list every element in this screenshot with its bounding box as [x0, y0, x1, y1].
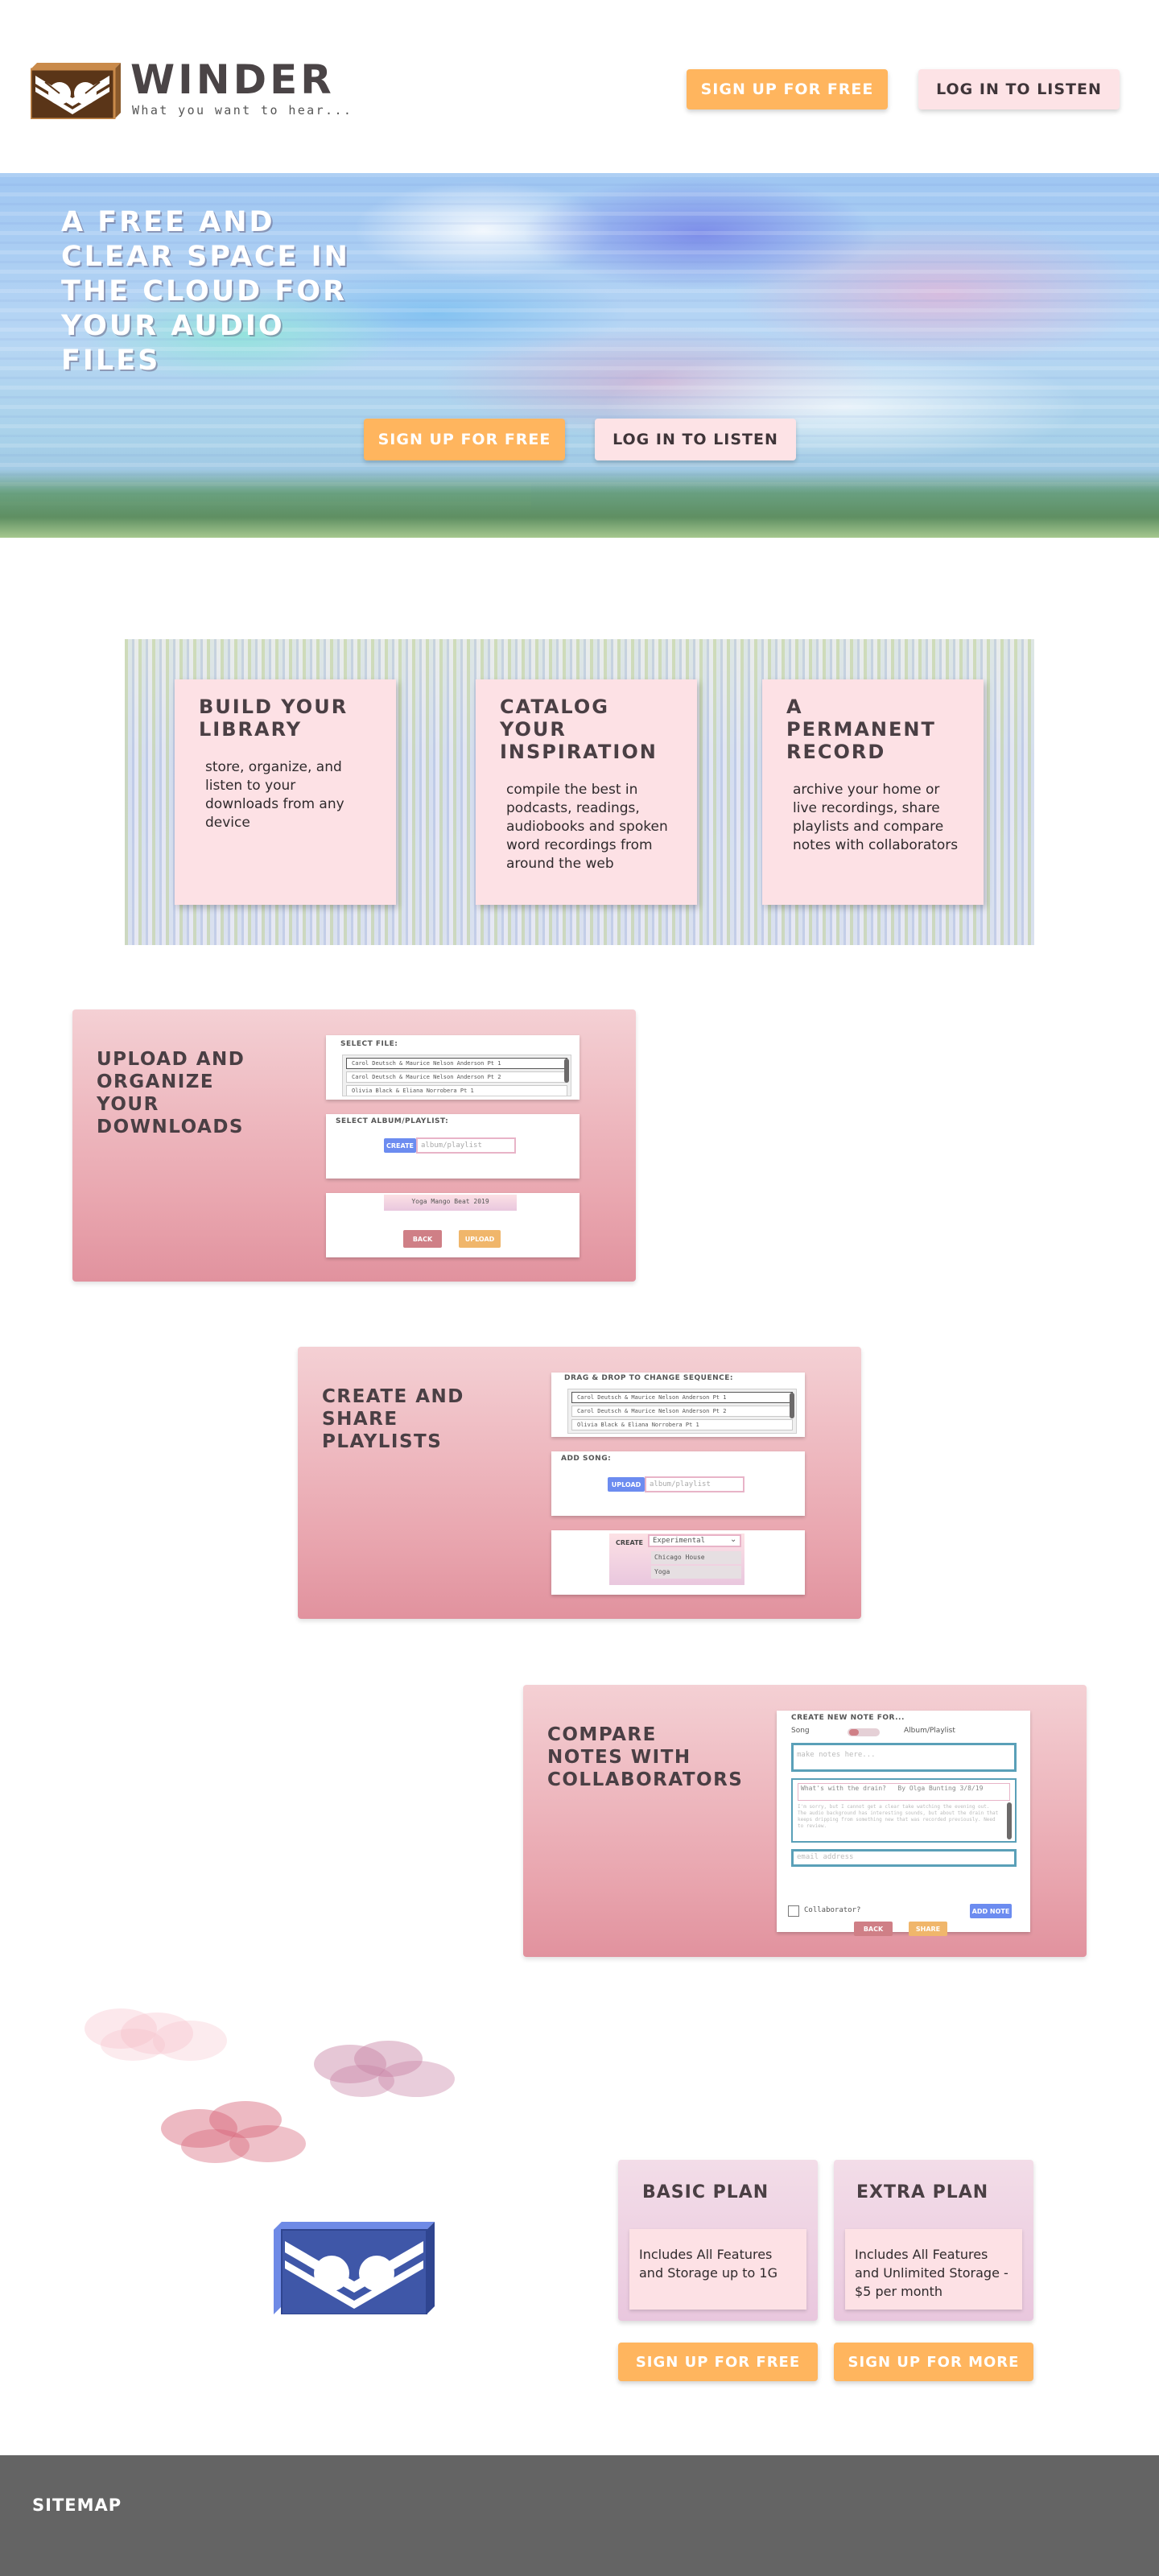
playlist-dropdown[interactable]: Experimental [648, 1534, 741, 1547]
note-thread[interactable]: What's with the drain? By Olga Bunting 3… [791, 1778, 1017, 1843]
dropdown-option[interactable]: Yoga [651, 1566, 741, 1579]
feature-title: CATALOG YOUR INSPIRATION [500, 696, 658, 763]
brand-tagline: What you want to hear... [132, 103, 353, 118]
add-song-card: ADD SONG: UPLOAD album/playlist [551, 1451, 805, 1516]
sitemap-link[interactable]: SITEMAP [32, 2496, 122, 2515]
playlist-section: CREATE AND SHARE PLAYLISTS DRAG & DROP T… [298, 1347, 861, 1619]
extra-plan-card: EXTRA PLAN Includes All Features and Unl… [834, 2160, 1033, 2321]
hero-signup-button[interactable]: SIGN UP FOR FREE [364, 419, 565, 460]
sequence-card: DRAG & DROP TO CHANGE SEQUENCE: Carol De… [551, 1373, 805, 1437]
playlist-section-title: CREATE AND SHARE PLAYLISTS [322, 1386, 464, 1452]
sequence-list[interactable]: Carol Deutsch & Maurice Nelson Anderson … [567, 1389, 797, 1434]
add-song-label: ADD SONG: [561, 1455, 612, 1463]
petal-shape [101, 2029, 165, 2061]
select-file-label: SELECT FILE: [340, 1040, 398, 1048]
email-field[interactable]: email address [791, 1849, 1017, 1867]
feature-card-inspiration: CATALOG YOUR INSPIRATION compile the bes… [476, 679, 697, 905]
extra-plan-signup-button[interactable]: SIGN UP FOR MORE [834, 2343, 1033, 2381]
upload-actions-card: Yoga Mango Beat 2019 BACK UPLOAD [326, 1193, 580, 1257]
feature-card-library: BUILD YOUR LIBRARY store, organize, and … [175, 679, 396, 905]
note-title: What's with the drain? [801, 1785, 886, 1792]
feature-title: BUILD YOUR LIBRARY [199, 696, 349, 741]
feature-title: A PERMANENT RECORD [786, 696, 936, 763]
sequence-row[interactable]: Carol Deutsch & Maurice Nelson Anderson … [571, 1406, 793, 1417]
file-list-scrollbar[interactable] [564, 1059, 569, 1083]
create-album-button[interactable]: CREATE [384, 1138, 416, 1153]
upload-section-title: UPLOAD AND ORGANIZE YOUR DOWNLOADS [97, 1049, 245, 1137]
site-footer: SITEMAP [0, 2455, 1159, 2576]
add-note-button[interactable]: ADD NOTE [970, 1904, 1012, 1918]
hero-banner: A FREE AND CLEAR SPACE IN THE CLOUD FOR … [0, 173, 1159, 538]
site-header: WINDER What you want to hear... SIGN UP … [0, 0, 1159, 173]
sequence-row[interactable]: Olivia Black & Eliana Norrobera Pt 1 [571, 1419, 793, 1430]
plan-title: EXTRA PLAN [856, 2182, 989, 2202]
chevron-down-icon[interactable]: ⌄ [730, 1535, 736, 1544]
sequence-scrollbar[interactable] [790, 1393, 794, 1419]
feature-text: archive your home or live recordings, sh… [793, 782, 959, 853]
file-list[interactable]: Carol Deutsch & Maurice Nelson Anderson … [342, 1055, 571, 1096]
plan-description: Includes All Features and Storage up to … [629, 2229, 806, 2310]
upload-section: UPLOAD AND ORGANIZE YOUR DOWNLOADS SELEC… [72, 1009, 636, 1282]
header-login-button[interactable]: LOG IN TO LISTEN [918, 69, 1120, 109]
note-body: I'm sorry, but I cannot get a clear take… [798, 1804, 999, 1829]
hero-treeline [0, 469, 1159, 538]
selected-album: Yoga Mango Beat 2019 [384, 1195, 517, 1211]
select-album-label-inner: SELECT ALBUM/PLAYLIST: [336, 1117, 449, 1125]
note-textarea[interactable]: make notes here... [791, 1743, 1017, 1772]
back-button[interactable]: BACK [403, 1230, 442, 1248]
plan-title: BASIC PLAN [642, 2182, 769, 2202]
album-option-label: Album/Playlist [904, 1727, 955, 1735]
file-row[interactable]: Olivia Black & Eliana Norrobera Pt 1 [346, 1085, 567, 1096]
hero-login-button[interactable]: LOG IN TO LISTEN [595, 419, 796, 460]
note-scrollbar[interactable] [1007, 1802, 1012, 1839]
blue-logo-icon [274, 2222, 435, 2314]
upload-button[interactable]: UPLOAD [459, 1230, 501, 1248]
new-note-label: CREATE NEW NOTE FOR... [791, 1714, 905, 1722]
plan-description: Includes All Features and Unlimited Stor… [845, 2229, 1022, 2310]
collaborator-label: Collaborator? [804, 1906, 861, 1914]
toggle-knob [849, 1729, 859, 1736]
hero-title: A FREE AND CLEAR SPACE IN THE CLOUD FOR … [61, 206, 350, 377]
new-note-card: CREATE NEW NOTE FOR... Song Album/Playli… [777, 1711, 1030, 1936]
song-option-label: Song [791, 1727, 810, 1735]
album-input[interactable]: album/playlist [416, 1137, 516, 1154]
add-song-input[interactable]: album/playlist [645, 1476, 744, 1492]
basic-plan-card: BASIC PLAN Includes All Features and Sto… [618, 2160, 818, 2321]
brand-name: WINDER [130, 56, 335, 103]
feature-text: compile the best in podcasts, readings, … [506, 782, 668, 872]
collaborator-checkbox[interactable] [788, 1905, 799, 1917]
select-file-card: SELECT FILE: Carol Deutsch & Maurice Nel… [326, 1035, 580, 1100]
sequence-row[interactable]: Carol Deutsch & Maurice Nelson Anderson … [571, 1392, 793, 1403]
feature-text: store, organize, and listen to your down… [205, 759, 344, 831]
select-album-card: SELECT ALBUM/PLAYLIST: CREATE album/play… [326, 1114, 580, 1179]
drag-drop-label: DRAG & DROP TO CHANGE SEQUENCE: [564, 1374, 733, 1382]
notes-section-title: COMPARE NOTES WITH COLLABORATORS [547, 1724, 744, 1790]
playlist-dropdown-card: CREATE Experimental ⌄ Chicago House Yoga [551, 1530, 805, 1595]
file-row[interactable]: Carol Deutsch & Maurice Nelson Anderson … [346, 1071, 567, 1083]
file-row[interactable]: Carol Deutsch & Maurice Nelson Anderson … [346, 1058, 567, 1069]
basic-plan-signup-button[interactable]: SIGN UP FOR FREE [618, 2343, 818, 2381]
dropdown-option[interactable]: Chicago House [651, 1551, 741, 1564]
note-author: By Olga Bunting 3/8/19 [897, 1785, 984, 1792]
petal-shape [330, 2065, 394, 2097]
notes-back-button[interactable]: BACK [854, 1922, 893, 1936]
share-button[interactable]: SHARE [909, 1922, 947, 1936]
upload-song-button[interactable]: UPLOAD [608, 1477, 645, 1492]
header-signup-button[interactable]: SIGN UP FOR FREE [687, 69, 888, 109]
logo-icon[interactable] [31, 63, 121, 119]
feature-card-record: A PERMANENT RECORD archive your home or … [762, 679, 984, 905]
notes-section: COMPARE NOTES WITH COLLABORATORS CREATE … [523, 1685, 1087, 1957]
features-section: BUILD YOUR LIBRARY store, organize, and … [125, 639, 1034, 945]
create-playlist-button[interactable]: CREATE [612, 1535, 646, 1550]
note-header: What's with the drain? By Olga Bunting 3… [798, 1783, 1010, 1801]
song-album-toggle[interactable] [848, 1728, 880, 1736]
petal-shape [181, 2129, 250, 2163]
